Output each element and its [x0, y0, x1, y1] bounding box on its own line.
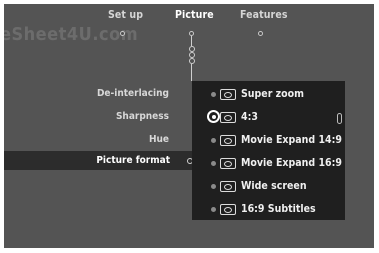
tab-set-up-indicator-icon — [120, 31, 125, 36]
tab-set-up[interactable]: Set up — [108, 9, 143, 21]
tv-screen-icon — [220, 135, 236, 146]
option-16-9-subtitles[interactable]: 16:9 Subtitles — [192, 201, 345, 219]
option-label: 16:9 Subtitles — [241, 203, 316, 215]
radio-dot-icon — [211, 92, 216, 97]
radio-dot-icon — [211, 161, 216, 166]
menu-item-picture-format[interactable]: Picture format — [4, 151, 192, 170]
focus-cursor-icon — [207, 110, 220, 123]
option-movie-expand-14-9[interactable]: Movie Expand 14:9 — [192, 132, 345, 150]
tv-screen-icon — [220, 158, 236, 169]
connector-line — [191, 64, 192, 81]
option-wide-screen[interactable]: Wide screen — [192, 178, 345, 196]
option-label: 4:3 — [241, 111, 258, 123]
tv-screen-icon — [220, 89, 236, 100]
option-label: Movie Expand 16:9 — [241, 157, 342, 169]
option-movie-expand-16-9[interactable]: Movie Expand 16:9 — [192, 155, 345, 173]
tab-picture[interactable]: Picture — [175, 9, 214, 21]
tab-features[interactable]: Features — [240, 9, 288, 21]
menu-item-sharpness[interactable]: Sharpness — [116, 111, 169, 122]
menu-item-de-interlacing[interactable]: De-interlacing — [97, 88, 169, 99]
radio-dot-icon — [211, 207, 216, 212]
option-label: Wide screen — [241, 180, 307, 192]
option-label: Super zoom — [241, 88, 304, 100]
connector-line — [191, 36, 192, 46]
radio-dot-icon — [211, 184, 216, 189]
tv-screen-icon — [220, 112, 236, 123]
scroll-indicator-icon — [337, 113, 342, 124]
tab-features-indicator-icon — [258, 31, 263, 36]
menu-item-label: Picture format — [96, 155, 170, 166]
option-4-3[interactable]: 4:3 — [192, 109, 345, 127]
tv-screen-icon — [220, 181, 236, 192]
tv-screen-icon — [220, 204, 236, 215]
watermark: eSheet4U.com — [4, 24, 139, 45]
tv-menu-screen: eSheet4U.com Set up Picture Features De-… — [4, 4, 374, 248]
picture-format-submenu: Super zoom 4:3 Movie Expand 14:9 Movie E… — [192, 81, 345, 220]
radio-dot-icon — [211, 138, 216, 143]
option-super-zoom[interactable]: Super zoom — [192, 86, 345, 104]
connector-dot-icon — [189, 58, 195, 64]
option-label: Movie Expand 14:9 — [241, 134, 342, 146]
menu-item-hue[interactable]: Hue — [149, 134, 169, 145]
